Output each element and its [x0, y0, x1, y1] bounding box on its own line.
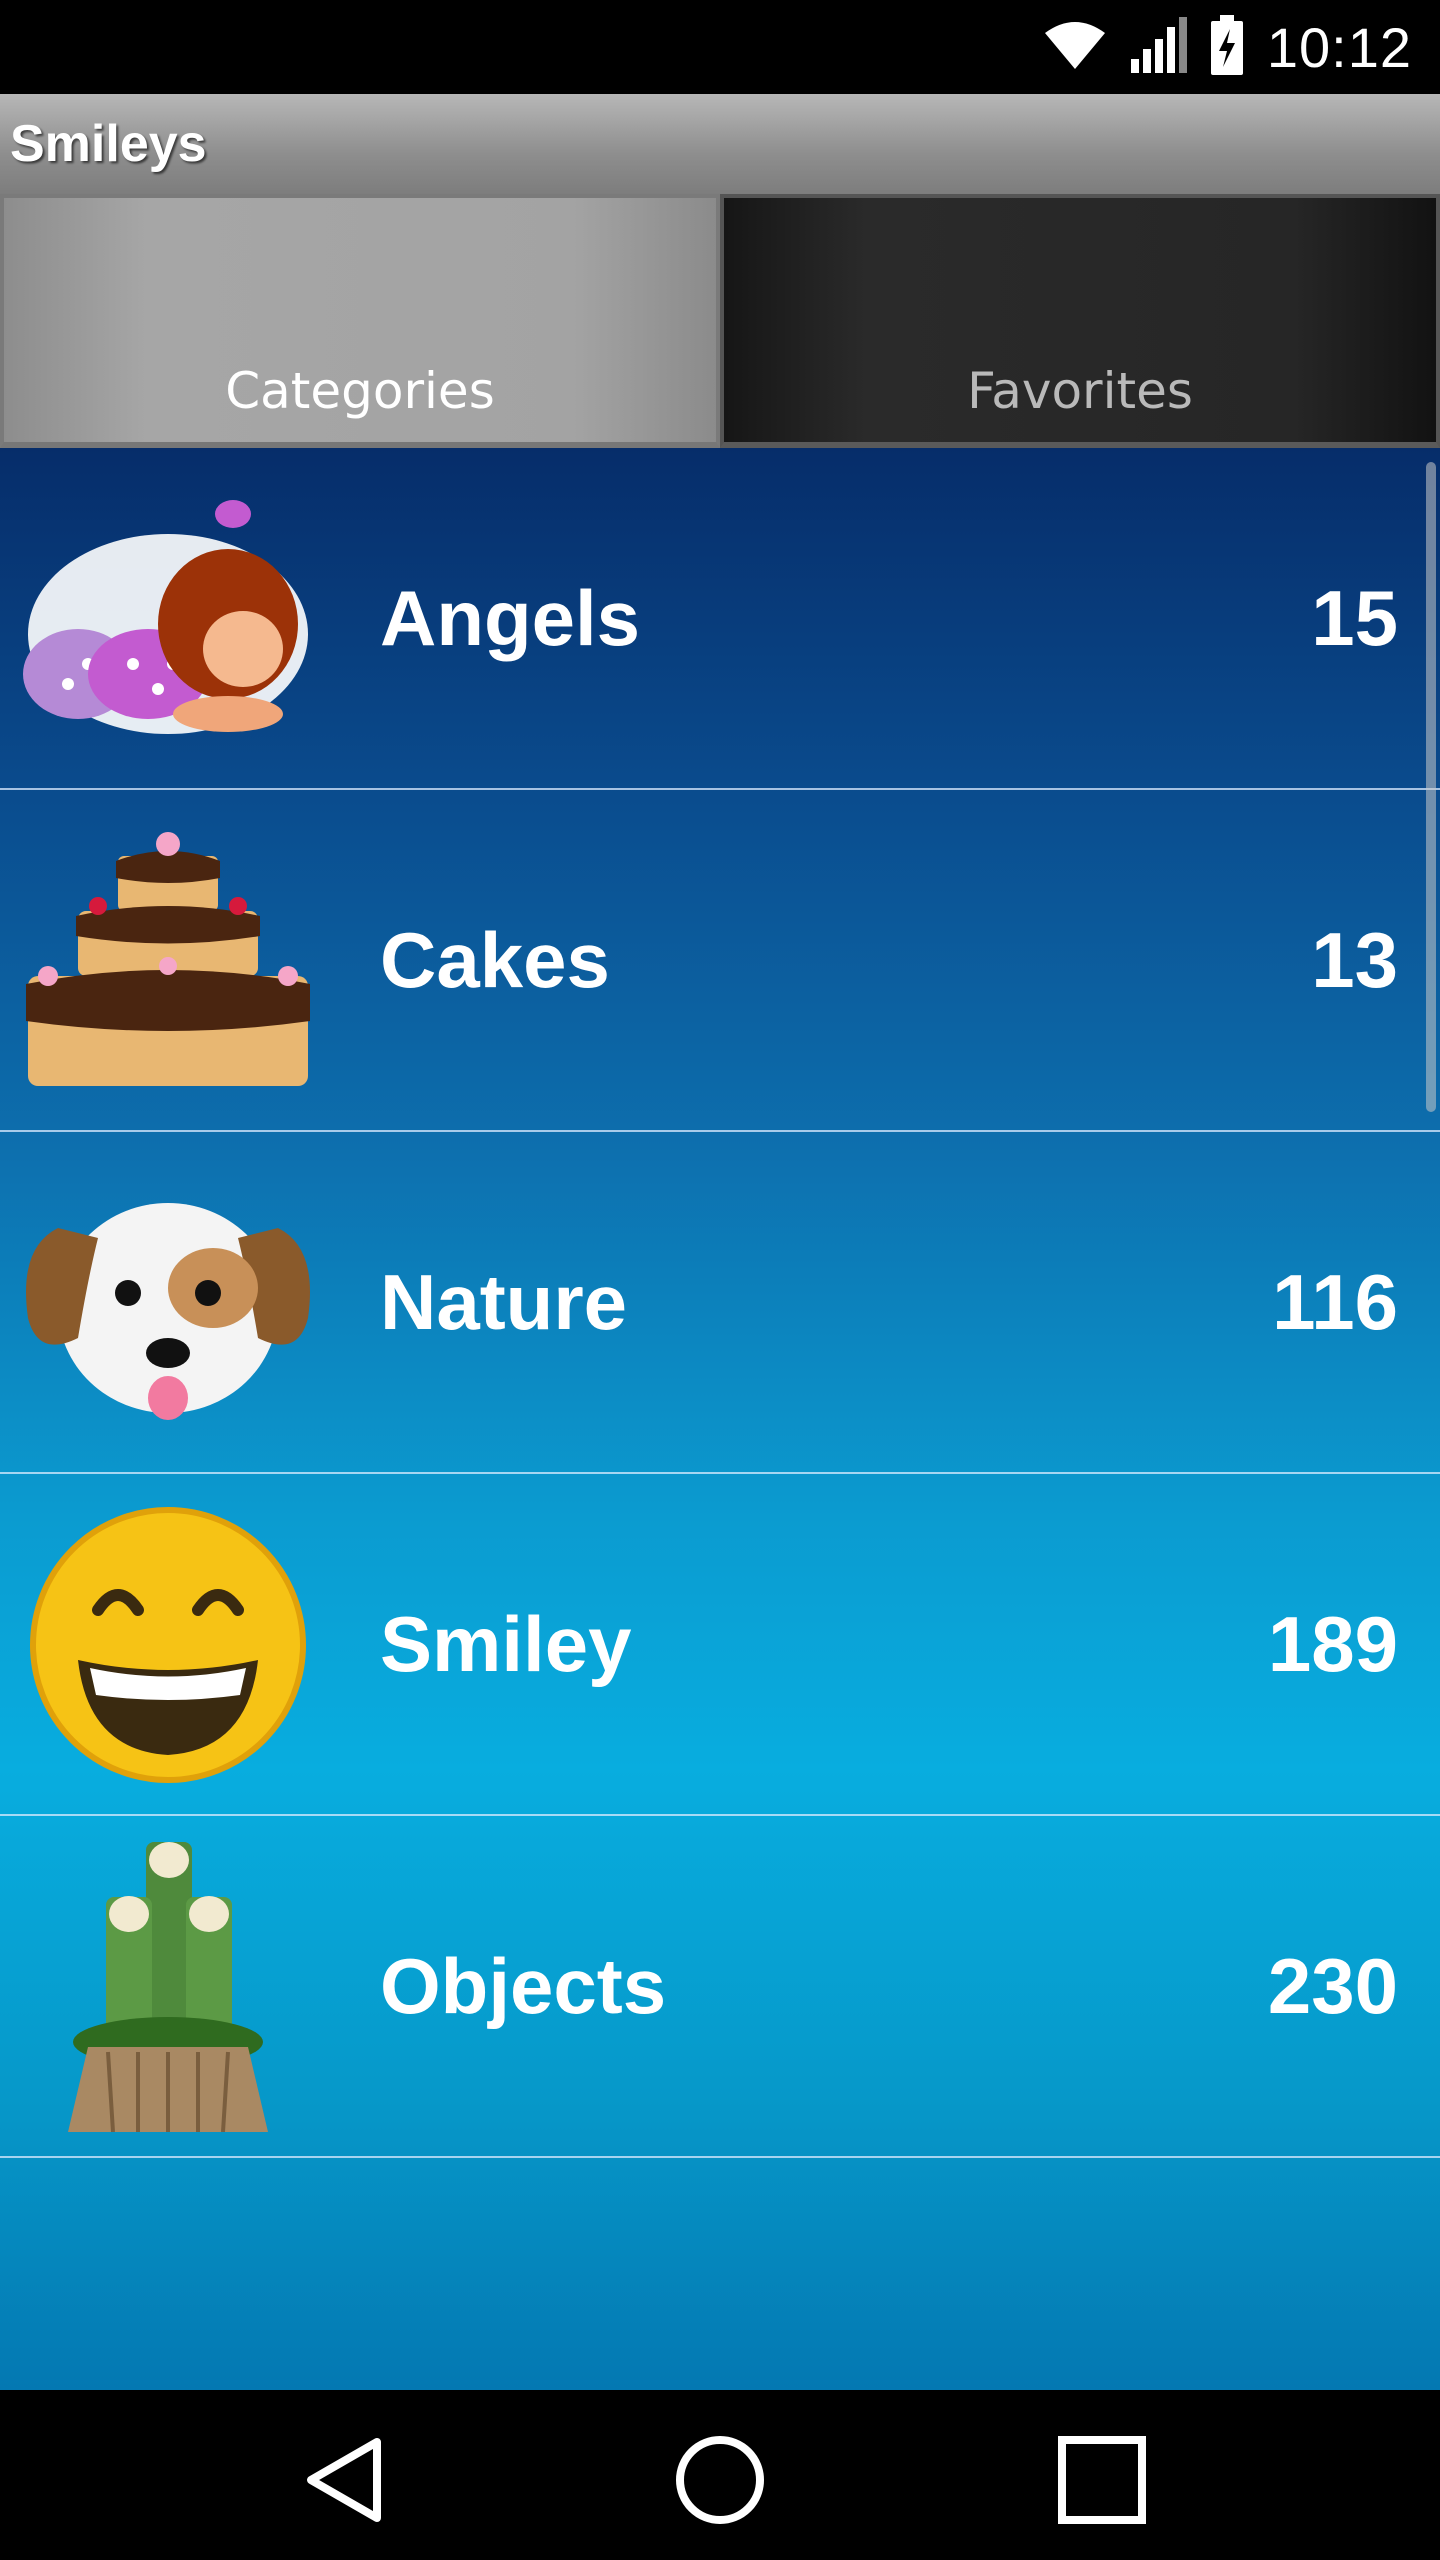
cell-signal-icon: [1129, 17, 1187, 77]
grinning-face-icon: [18, 1500, 318, 1790]
home-icon[interactable]: [670, 2430, 770, 2530]
category-row-smiley[interactable]: Smiley 189: [0, 1474, 1440, 1816]
action-bar: Smileys: [0, 94, 1440, 194]
dog-face-icon: [18, 1158, 318, 1448]
scrollbar[interactable]: [1426, 462, 1436, 1112]
angel-girl-icon: [18, 474, 318, 764]
tab-categories[interactable]: Categories: [0, 194, 720, 448]
category-count: 189: [1267, 1600, 1398, 1688]
category-label: Objects: [380, 1942, 667, 2030]
cake-icon: [18, 816, 318, 1106]
navigation-bar: [0, 2390, 1440, 2560]
category-row-angels[interactable]: Angels 15: [0, 448, 1440, 790]
recents-icon[interactable]: [1052, 2430, 1152, 2530]
category-row-objects[interactable]: Objects 230: [0, 1816, 1440, 2158]
back-icon[interactable]: [295, 2430, 395, 2530]
tab-bar: Categories Favorites: [0, 194, 1440, 448]
tab-favorites-label: Favorites: [967, 362, 1193, 420]
category-label: Angels: [380, 574, 641, 662]
screen: 10:12 Smileys Categories Favorites Angel…: [0, 0, 1440, 2560]
category-row-cakes[interactable]: Cakes 13: [0, 790, 1440, 1132]
category-row-nature[interactable]: Nature 116: [0, 1132, 1440, 1474]
tab-favorites[interactable]: Favorites: [720, 194, 1440, 448]
status-icons: 10:12: [1043, 14, 1412, 80]
category-count: 15: [1311, 574, 1398, 662]
category-count: 230: [1267, 1942, 1398, 2030]
battery-charging-icon: [1209, 15, 1245, 79]
wifi-icon: [1043, 19, 1107, 75]
category-label: Nature: [380, 1258, 628, 1346]
status-bar: 10:12: [0, 0, 1440, 94]
category-count: 13: [1311, 916, 1398, 1004]
category-label: Cakes: [380, 916, 610, 1004]
tab-categories-label: Categories: [225, 362, 495, 420]
category-label: Smiley: [380, 1600, 632, 1688]
status-time: 10:12: [1266, 15, 1412, 79]
category-list[interactable]: Angels 15 Cakes 13 Nature 116 Smiley 189…: [0, 448, 1440, 2390]
app-title: Smileys: [10, 115, 207, 173]
bamboo-decoration-icon: [18, 1842, 318, 2133]
category-count: 116: [1272, 1258, 1398, 1346]
